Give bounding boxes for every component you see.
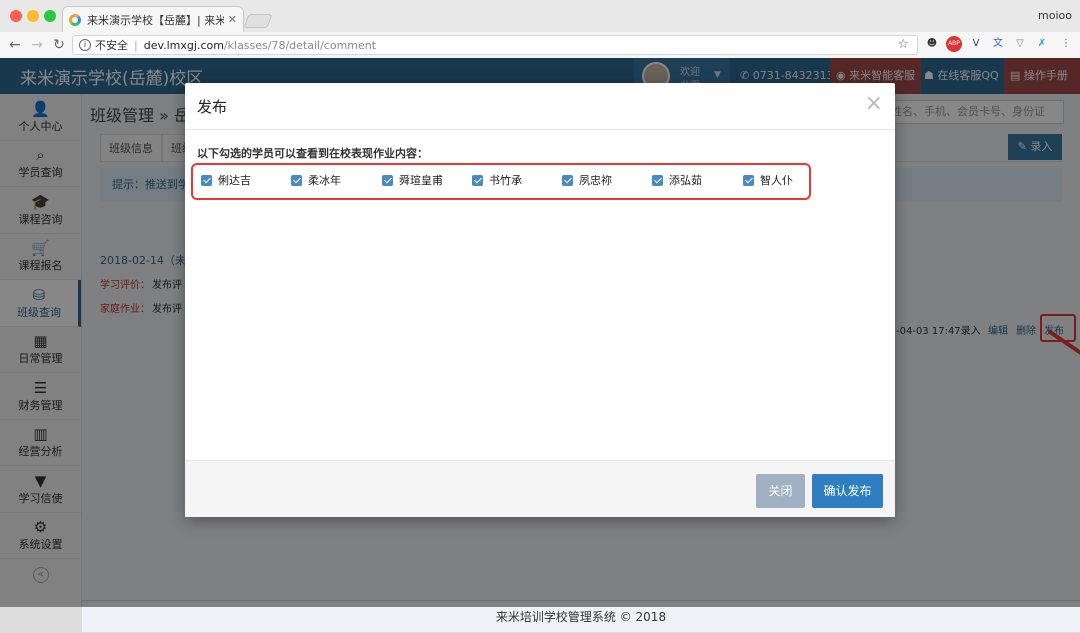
info-icon[interactable]: i [79, 39, 91, 51]
security-label: 不安全 [95, 39, 128, 52]
site-logo-icon [69, 13, 81, 26]
student-name: 俐达吉 [218, 174, 251, 187]
checkbox-checked-icon[interactable] [743, 174, 754, 186]
window-zoom-button[interactable] [44, 10, 56, 22]
checkbox-checked-icon[interactable] [472, 174, 483, 186]
student-checkbox[interactable]: 智人仆 [743, 172, 793, 188]
url-path: /klasses/78/detail/comment [223, 38, 377, 52]
close-icon[interactable]: × [865, 93, 883, 115]
student-checkbox[interactable]: 夙忠祢 [562, 172, 612, 188]
dialog-title: 发布 [197, 98, 228, 116]
extension-ghost-icon[interactable]: ☻ [924, 36, 940, 52]
student-checkbox[interactable]: 舜瑄皇甫 [382, 172, 443, 188]
close-button[interactable]: 关闭 [756, 474, 805, 508]
window-minimize-button[interactable] [27, 10, 39, 22]
tab-bar: 来米演示学校【岳麓】| 来米培 ✕ moioo [0, 0, 1080, 32]
extension-v-icon[interactable]: V [968, 36, 984, 52]
url-host: dev.lmxgj.com [143, 38, 224, 52]
student-name: 舜瑄皇甫 [399, 174, 443, 187]
profile-name[interactable]: moioo [1038, 9, 1072, 22]
tab-title: 来米演示学校【岳麓】| 来米培 [87, 13, 224, 27]
dialog-prompt: 以下勾选的学员可以查看到在校表现作业内容： [197, 147, 428, 160]
forward-icon[interactable]: → [26, 37, 48, 53]
back-icon[interactable]: ← [4, 37, 26, 53]
checkbox-checked-icon[interactable] [382, 174, 393, 186]
browser-menu-icon[interactable]: ⋮ [1058, 36, 1074, 52]
publish-dialog: 发布 × 以下勾选的学员可以查看到在校表现作业内容： 俐达吉 柔冰年 舜瑄皇甫 … [185, 83, 895, 517]
student-checkbox[interactable]: 柔冰年 [291, 172, 341, 188]
dialog-footer: 关闭 确认发布 [185, 460, 895, 517]
url-separator: | [134, 38, 138, 52]
browser-tab[interactable]: 来米演示学校【岳麓】| 来米培 ✕ [62, 6, 244, 32]
checkbox-checked-icon[interactable] [562, 174, 573, 186]
url-bar[interactable]: i 不安全 | dev.lmxgj.com /klasses/78/detail… [72, 35, 918, 55]
new-tab-button[interactable] [243, 14, 273, 28]
checkbox-checked-icon[interactable] [291, 174, 302, 186]
checkbox-checked-icon[interactable] [652, 174, 663, 186]
translate-icon[interactable]: 文 [990, 36, 1006, 52]
student-checkbox[interactable]: 添弘茹 [652, 172, 702, 188]
adblock-icon[interactable]: ABP [946, 36, 962, 52]
reload-icon[interactable]: ↻ [48, 37, 70, 53]
student-name: 智人仆 [760, 174, 793, 187]
browser-chrome: 来米演示学校【岳麓】| 来米培 ✕ moioo ← → ↻ i 不安全 | de… [0, 0, 1080, 58]
bookmark-star-icon[interactable]: ☆ [897, 37, 909, 52]
checkbox-checked-icon[interactable] [201, 174, 212, 186]
student-checkbox[interactable]: 俐达吉 [201, 172, 251, 188]
student-checkbox[interactable]: 书竹承 [472, 172, 522, 188]
confirm-publish-button[interactable]: 确认发布 [812, 474, 883, 508]
dialog-header: 发布 × [185, 83, 895, 130]
student-name: 柔冰年 [308, 174, 341, 187]
address-bar-row: ← → ↻ i 不安全 | dev.lmxgj.com /klasses/78/… [0, 32, 1080, 58]
student-name: 夙忠祢 [579, 174, 612, 187]
extension-y-icon[interactable]: ▽ [1012, 36, 1028, 52]
student-name: 添弘茹 [669, 174, 702, 187]
extension-x-icon[interactable]: ✗ [1034, 36, 1050, 52]
tab-close-icon[interactable]: ✕ [228, 13, 237, 26]
student-name: 书竹承 [489, 174, 522, 187]
window-close-button[interactable] [10, 10, 22, 22]
